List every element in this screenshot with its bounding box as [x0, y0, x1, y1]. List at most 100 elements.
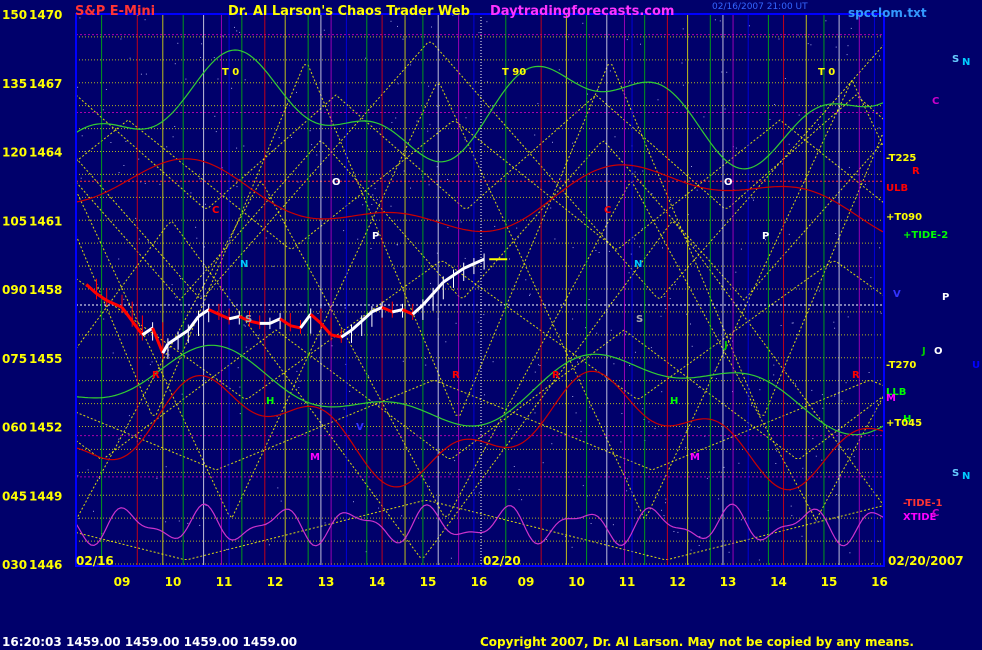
star-dot — [634, 171, 636, 173]
star-dot — [626, 490, 628, 492]
star-dot — [226, 548, 228, 550]
star-dot — [410, 64, 412, 66]
star-dot — [577, 361, 578, 363]
star-dot — [199, 524, 201, 526]
star-dot — [244, 325, 246, 327]
star-dot — [551, 443, 553, 445]
star-dot — [187, 522, 189, 524]
star-dot — [554, 238, 556, 240]
star-dot — [628, 272, 630, 274]
star-dot — [818, 290, 820, 292]
star-dot — [698, 387, 700, 388]
star-dot — [80, 177, 82, 179]
x-tick-day2: 16 — [871, 575, 888, 589]
star-dot — [621, 413, 623, 414]
date-label-day1: 02/16 — [76, 554, 114, 568]
star-dot — [317, 313, 319, 314]
star-dot — [129, 57, 131, 59]
star-dot — [110, 142, 112, 143]
chart-label: S — [245, 314, 252, 325]
x-tick-day2: 11 — [619, 575, 636, 589]
star-dot — [215, 131, 217, 133]
star-dot — [357, 238, 359, 240]
star-dot — [145, 73, 147, 75]
star-dot — [436, 166, 438, 168]
star-dot — [365, 57, 367, 59]
x-tick-day2: 13 — [720, 575, 737, 589]
star-dot — [343, 230, 345, 232]
star-dot — [172, 136, 174, 138]
star-dot — [272, 265, 274, 267]
chart-label: M — [690, 452, 700, 463]
star-dot — [81, 135, 83, 137]
star-dot — [728, 551, 730, 553]
star-dot — [391, 122, 393, 123]
star-dot — [103, 318, 105, 320]
star-dot — [691, 166, 692, 167]
star-dot — [587, 93, 588, 95]
star-dot — [309, 130, 311, 132]
star-dot — [635, 509, 637, 511]
chart-label: C — [604, 205, 611, 216]
star-dot — [390, 205, 392, 207]
star-dot — [836, 494, 838, 496]
y-tick-price: 1461 — [29, 214, 62, 228]
star-dot — [661, 509, 662, 511]
star-dot — [572, 142, 574, 144]
star-dot — [815, 455, 817, 457]
star-dot — [214, 115, 216, 117]
star-dot — [298, 387, 300, 388]
star-dot — [815, 520, 817, 522]
y-tick-price: 1467 — [29, 77, 62, 91]
star-dot — [529, 294, 530, 296]
star-dot — [447, 227, 449, 229]
star-dot — [135, 217, 137, 219]
star-dot — [792, 322, 794, 324]
star-dot — [510, 428, 512, 430]
star-dot — [714, 19, 716, 21]
star-dot — [773, 374, 775, 376]
star-dot — [402, 360, 404, 362]
star-dot — [416, 120, 418, 122]
star-dot — [788, 233, 790, 235]
star-dot — [168, 354, 170, 356]
star-dot — [614, 136, 616, 138]
star-dot — [811, 389, 813, 391]
star-dot — [123, 298, 125, 300]
site-link[interactable]: Daytradingforecasts.com — [490, 4, 674, 19]
star-dot — [140, 73, 142, 75]
star-dot — [144, 182, 146, 184]
star-dot — [396, 244, 398, 246]
star-dot — [144, 19, 146, 21]
star-dot — [758, 559, 760, 561]
star-dot — [550, 207, 552, 209]
star-dot — [788, 143, 790, 145]
star-dot — [715, 368, 717, 370]
star-dot — [571, 546, 573, 548]
star-dot — [791, 322, 793, 324]
star-dot — [331, 345, 333, 347]
star-dot — [690, 549, 692, 551]
star-dot — [640, 43, 641, 45]
chart-label: R — [452, 370, 460, 381]
star-dot — [159, 183, 161, 185]
y-tick-left: 075 — [2, 352, 27, 366]
star-dot — [539, 365, 541, 366]
star-dot — [784, 78, 786, 79]
date-label-full: 02/20/2007 — [888, 554, 964, 568]
chart-label: P — [372, 231, 379, 242]
star-dot — [175, 297, 177, 299]
star-dot — [629, 365, 631, 366]
star-dot — [778, 38, 780, 40]
star-dot — [791, 515, 793, 517]
x-tick-day1: 12 — [267, 575, 284, 589]
y-tick-left: 030 — [2, 558, 27, 572]
star-dot — [651, 193, 653, 194]
star-dot — [812, 438, 814, 440]
star-dot — [534, 371, 536, 373]
star-dot — [773, 364, 775, 366]
chart-label: T 90 — [502, 67, 526, 78]
star-dot — [494, 225, 496, 227]
star-dot — [147, 241, 149, 243]
star-dot — [178, 520, 180, 522]
